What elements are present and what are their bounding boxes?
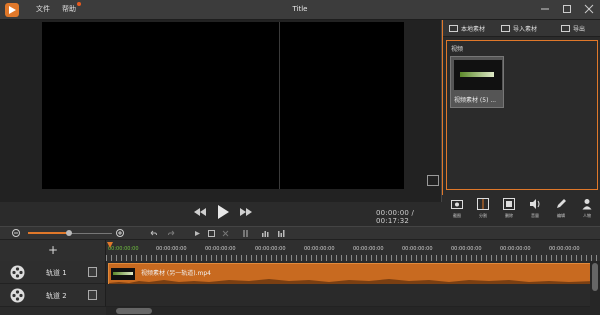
level-bars-icon[interactable] [278, 230, 285, 237]
clip-thumbnail-bar [113, 272, 133, 275]
trash-icon [503, 198, 515, 210]
tool-label: 分割 [479, 213, 487, 218]
tool-person[interactable]: 人物 [578, 197, 596, 219]
track-row-1[interactable]: 视频素材 (另一轨道).mp4 [106, 261, 600, 287]
zoom-slider-handle[interactable] [66, 230, 72, 236]
zoom-slider-fill [28, 232, 68, 234]
editing-tools: 截图 分割 删除 音量 编辑 人物 [442, 195, 600, 222]
film-icon [449, 25, 458, 32]
zoom-out-icon[interactable] [12, 229, 20, 237]
media-name: 视频素材 (5) ... [454, 97, 497, 104]
video-editor-window: 文件 帮助 Title 00:00:00 / 00:17:32 本地素材 导入素… [0, 0, 600, 315]
media-panel: 本地素材 导入素材 导出 视频 视频素材 (5) ... [442, 20, 600, 195]
ruler-tick-label: 00:00:00:00 [304, 246, 335, 252]
person-icon [582, 199, 592, 210]
title-bar: 文件 帮助 Title [0, 0, 600, 20]
tool-label: 人物 [583, 213, 591, 218]
tab-import-media-label: 导入素材 [513, 26, 538, 33]
track-name: 轨道 2 [46, 292, 67, 300]
section-label: 视频 [451, 46, 464, 53]
track-name: 轨道 1 [46, 269, 67, 277]
horizontal-scrollbar[interactable] [106, 307, 600, 315]
crop-icon[interactable] [208, 230, 215, 237]
tool-volume[interactable]: 音量 [526, 197, 544, 219]
ruler-tick-label: 00:00:00:00 [108, 246, 139, 252]
tab-import-media[interactable]: 导入素材 [501, 24, 537, 33]
close-icon[interactable] [584, 4, 594, 14]
mark-in-icon[interactable] [194, 230, 201, 237]
media-item[interactable]: 视频素材 (5) ... [450, 56, 504, 108]
panel-tabs: 本地素材 导入素材 导出 [443, 20, 600, 37]
screen-divider [279, 22, 280, 189]
fast-forward-icon[interactable] [240, 208, 252, 216]
tool-label: 删除 [505, 213, 513, 218]
tool-edit[interactable]: 编辑 [552, 197, 570, 219]
tab-export-label: 导出 [573, 26, 586, 33]
ruler-tick-label: 00:00:00:00 [549, 246, 580, 252]
fullscreen-icon[interactable] [427, 175, 439, 186]
audio-bars-icon[interactable] [262, 230, 269, 237]
tab-local-media[interactable]: 本地素材 [449, 24, 485, 33]
horizontal-scroll-thumb[interactable] [116, 308, 152, 314]
lock-icon[interactable] [88, 290, 97, 300]
ruler-tick-label: 00:00:00:00 [353, 246, 384, 252]
film-reel-icon [10, 265, 25, 280]
playback-controls: 00:00:00 / 00:17:32 [0, 202, 442, 225]
pen-icon [557, 199, 566, 208]
undo-icon[interactable] [150, 230, 157, 237]
timeline-ruler[interactable]: + 00:00:00:00 00:00:00:00 00:00:00:00 00… [0, 239, 600, 262]
tool-label: 音量 [531, 213, 539, 218]
delete-clip-icon[interactable] [222, 230, 229, 237]
ruler-tick-label: 00:00:00:00 [205, 246, 236, 252]
ruler-tick-label: 00:00:00:00 [500, 246, 531, 252]
ruler-header: + [0, 240, 106, 262]
ruler-tick-label: 00:00:00:00 [451, 246, 482, 252]
tab-local-media-label: 本地素材 [461, 26, 486, 33]
minimize-icon[interactable] [540, 4, 550, 14]
tool-label: 截图 [453, 213, 461, 218]
redo-icon[interactable] [168, 230, 175, 237]
window-title: Title [292, 5, 308, 13]
timecode: 00:00:00 / 00:17:32 [376, 209, 415, 225]
camera-icon [451, 200, 463, 209]
tool-delete[interactable]: 删除 [500, 197, 518, 219]
add-track-icon[interactable]: + [48, 244, 58, 256]
track-row-2[interactable] [106, 284, 600, 307]
ruler-tick-label: 00:00:00:00 [255, 246, 286, 252]
tool-screenshot[interactable]: 截图 [448, 197, 466, 219]
play-icon[interactable] [217, 205, 229, 219]
maximize-icon[interactable] [562, 4, 572, 14]
split-clip-icon[interactable] [242, 230, 249, 237]
tab-export[interactable]: 导出 [561, 24, 585, 33]
vertical-scroll-thumb[interactable] [592, 263, 598, 291]
ruler-tick-label: 00:00:00:00 [156, 246, 187, 252]
vertical-scrollbar[interactable] [590, 261, 600, 307]
film-reel-icon [10, 288, 25, 303]
video-screen[interactable] [42, 22, 404, 189]
thumbnail-bar [460, 72, 494, 77]
split-icon [477, 198, 489, 210]
media-thumbnail [454, 60, 502, 90]
export-icon [561, 25, 570, 32]
lock-icon[interactable] [88, 267, 97, 277]
folder-icon [501, 25, 510, 32]
tool-split[interactable]: 分割 [474, 197, 492, 219]
zoom-in-icon[interactable] [116, 229, 124, 237]
ruler-tick-label: 00:00:00:00 [402, 246, 433, 252]
track-header-1: 轨道 1 [0, 261, 106, 284]
speaker-icon [530, 199, 540, 209]
track-header-2: 轨道 2 [0, 284, 106, 307]
media-library: 视频 视频素材 (5) ... [446, 40, 598, 190]
timeline-toolbar [0, 226, 600, 239]
tool-label: 编辑 [557, 213, 565, 218]
window-buttons [540, 4, 594, 14]
rewind-icon[interactable] [194, 208, 206, 216]
preview-area [0, 20, 442, 222]
